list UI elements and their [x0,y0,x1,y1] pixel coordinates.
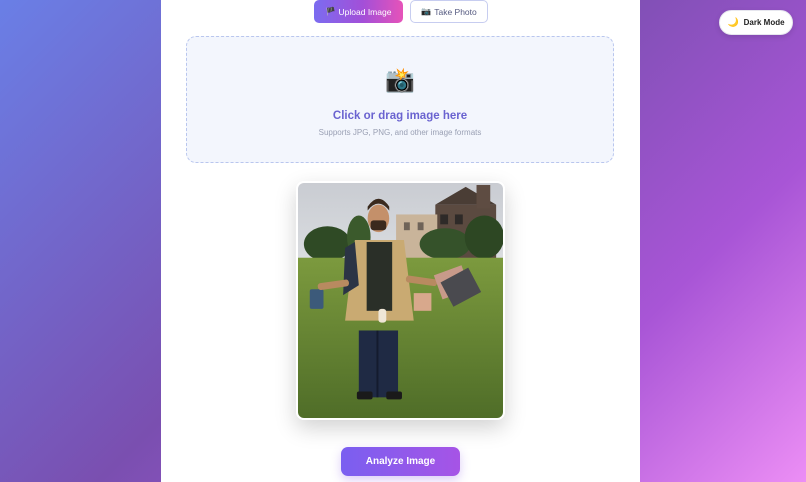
dark-mode-toggle[interactable]: 🌙 Dark Mode [719,10,793,35]
tab-upload-image[interactable]: 🏴 Upload Image [314,0,403,23]
tab-upload-label: Upload Image [338,6,392,17]
tab-take-photo-label: Take Photo [434,6,477,17]
flag-icon: 🏴 [325,7,336,16]
dropzone-subtitle: Supports JPG, PNG, and other image forma… [318,128,482,137]
camera-icon: 📷 [421,7,432,16]
analyze-image-button[interactable]: Analyze Image [341,447,460,476]
moon-icon: 🌙 [727,17,739,27]
dark-mode-label: Dark Mode [743,18,785,27]
source-tabs: 🏴 Upload Image 📷 Take Photo [314,0,488,23]
camera-flash-icon: 📸 [385,67,415,94]
tab-take-photo[interactable]: 📷 Take Photo [410,0,488,23]
image-preview [296,181,505,420]
image-dropzone[interactable]: 📸 Click or drag image here Supports JPG,… [186,36,614,163]
dropzone-title: Click or drag image here [332,110,468,122]
preview-photo [298,183,503,418]
